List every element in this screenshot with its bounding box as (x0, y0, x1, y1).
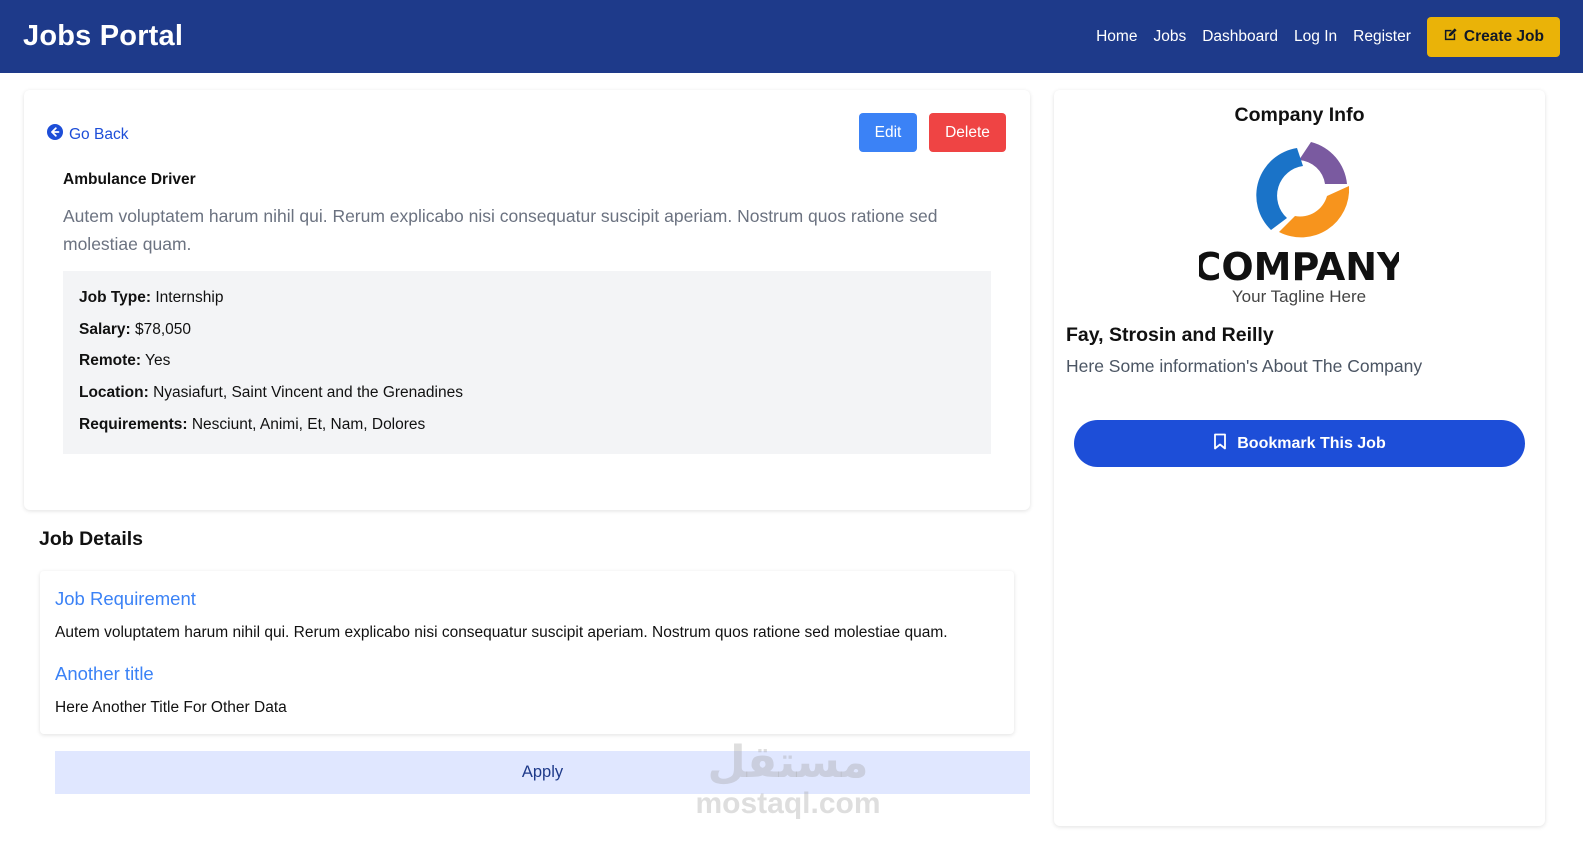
go-back-label: Go Back (69, 125, 129, 143)
job-description: Autem voluptatem harum nihil qui. Rerum … (63, 206, 938, 254)
create-job-label: Create Job (1463, 27, 1544, 45)
navbar: Jobs Portal Home Jobs Dashboard Log In R… (0, 0, 1583, 73)
nav-jobs[interactable]: Jobs (1153, 28, 1186, 46)
section-title-another: Another title (55, 663, 154, 684)
section-text-requirement: Autem voluptatem harum nihil qui. Rerum … (55, 624, 948, 641)
nav-home[interactable]: Home (1096, 28, 1137, 46)
company-logo: COMPANY Your Tagline Here (1193, 138, 1405, 308)
go-back-link[interactable]: Go Back (47, 124, 128, 145)
info-salary: Salary: $78,050 (79, 320, 192, 338)
nav-links: Home Jobs Dashboard Log In Register Crea… (1080, 16, 1560, 57)
company-info-heading: Company Info (1234, 104, 1365, 126)
company-info-text: Here Some information's About The Compan… (1066, 356, 1423, 376)
bookmark-icon (1213, 433, 1227, 455)
nav-login[interactable]: Log In (1294, 28, 1337, 46)
circle-arrow-left-icon (47, 124, 63, 145)
job-details-heading: Job Details (39, 528, 144, 550)
job-info-box: Job Type: Internship Salary: $78,050 Rem… (63, 271, 991, 454)
info-remote: Remote: Yes (79, 352, 171, 370)
info-requirements: Requirements: Nesciunt, Animi, Et, Nam, … (79, 415, 426, 433)
section-text-another: Here Another Title For Other Data (55, 699, 287, 716)
nav-dashboard[interactable]: Dashboard (1202, 28, 1278, 46)
job-title: Ambulance Driver (63, 171, 196, 188)
nav-register[interactable]: Register (1353, 28, 1411, 46)
bookmark-label: Bookmark This Job (1237, 434, 1386, 452)
logo-tagline: Your Tagline Here (1232, 287, 1366, 306)
company-name: Fay, Strosin and Reilly (1066, 324, 1274, 346)
job-card: Go Back Edit Delete Ambulance Driver Aut… (24, 90, 1030, 510)
logo-word: COMPANY (1199, 245, 1399, 289)
brand-logo[interactable]: Jobs Portal (23, 20, 183, 53)
bookmark-job-button[interactable]: Bookmark This Job (1074, 420, 1525, 467)
create-job-button[interactable]: Create Job (1426, 16, 1560, 57)
edit-square-icon (1443, 27, 1458, 47)
edit-button[interactable]: Edit (859, 113, 917, 152)
job-details-card: Job Requirement Autem voluptatem harum n… (40, 571, 1014, 734)
info-location: Location: Nyasiafurt, Saint Vincent and … (79, 384, 463, 402)
apply-button[interactable]: Apply (55, 751, 1030, 794)
company-card: Company Info COMPANY Your Tagline Here F… (1054, 90, 1545, 826)
delete-button[interactable]: Delete (929, 113, 1006, 152)
section-title-requirement: Job Requirement (55, 588, 196, 609)
info-job-type: Job Type: Internship (79, 289, 224, 306)
